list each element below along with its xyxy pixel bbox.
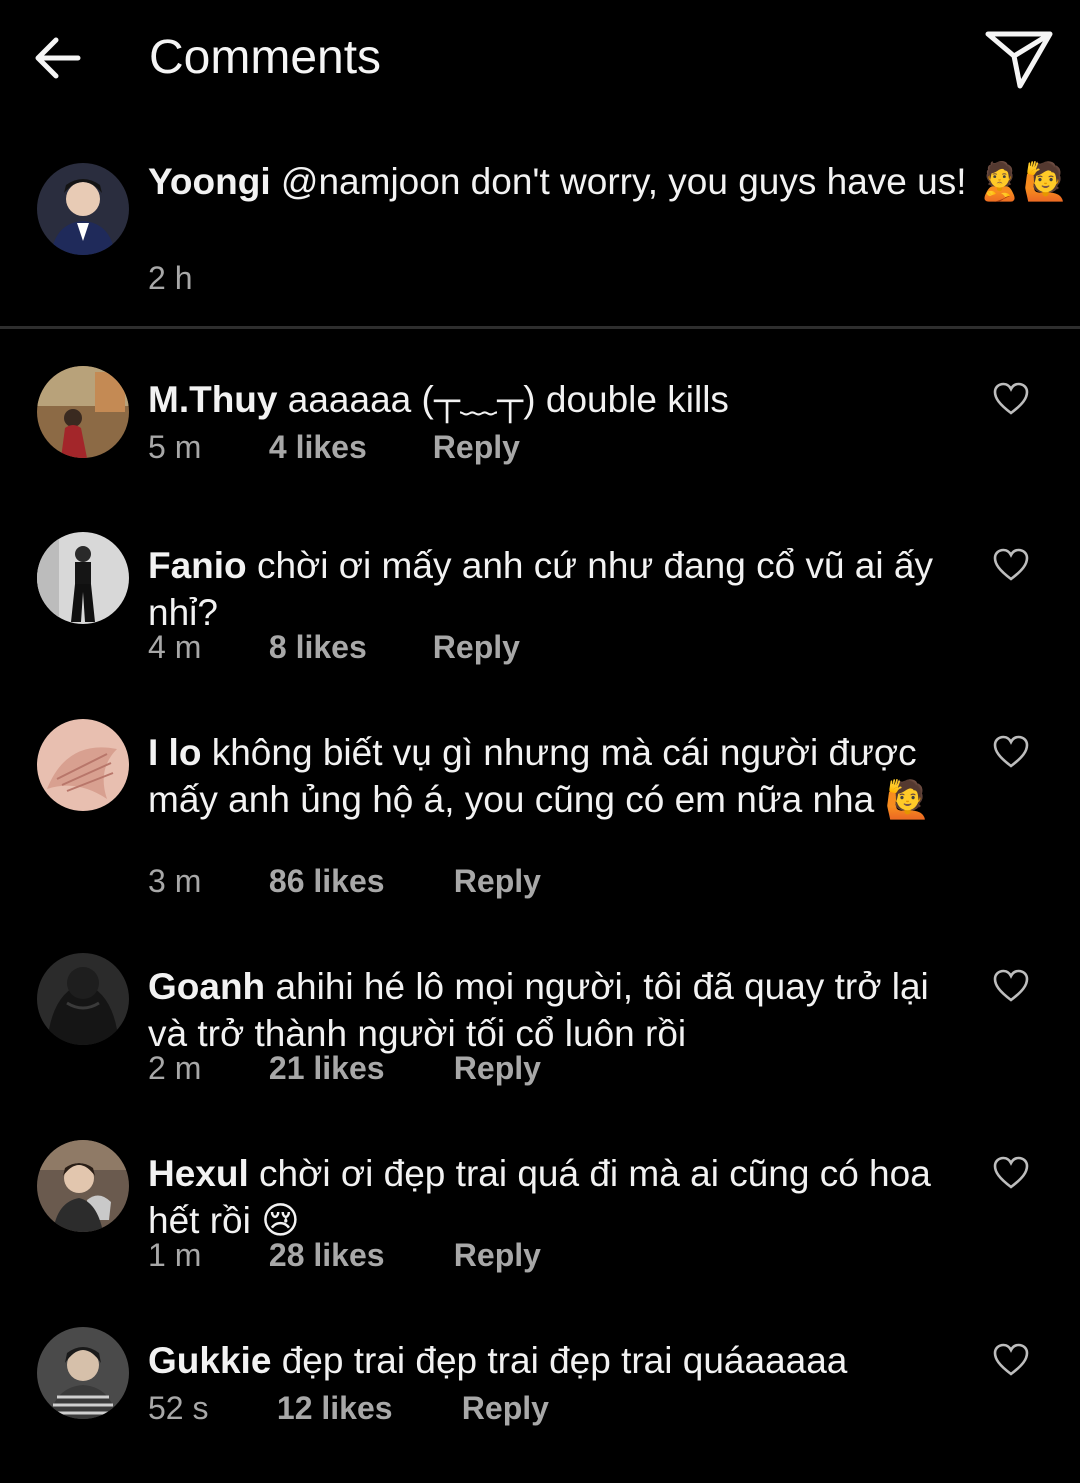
likes-count[interactable]: 21 likes — [269, 1048, 445, 1088]
comment-text: M.Thuy aaaaaa (┬﹏┬) double kills — [148, 376, 938, 423]
comment-body: aaaaaa (┬﹏┬) double kills — [287, 379, 729, 420]
comment-meta: 1 m 28 likes Reply — [148, 1235, 541, 1275]
timestamp: 52 s — [148, 1390, 209, 1426]
heart-icon[interactable] — [993, 548, 1029, 582]
comment-body: chời ơi đẹp trai quá đi mà ai cũng có ho… — [148, 1153, 931, 1241]
caption-text: @namjoon don't worry, you guys have us! … — [280, 161, 1069, 202]
comment-body: ahihi hé lô mọi người, tôi đã quay trở l… — [148, 966, 929, 1054]
username[interactable]: M.Thuy — [148, 379, 277, 420]
comment-meta: 4 m 8 likes Reply — [148, 627, 520, 667]
post-caption: Yoongi @namjoon don't worry, you guys ha… — [148, 158, 1073, 205]
comment-meta: 52 s 12 likes Reply — [148, 1388, 549, 1428]
comment-text: Gukkie đẹp trai đẹp trai đẹp trai quáaaa… — [148, 1337, 938, 1384]
heart-icon[interactable] — [993, 1343, 1029, 1377]
heart-icon[interactable] — [993, 735, 1029, 769]
back-arrow-icon[interactable] — [30, 30, 86, 86]
likes-count[interactable]: 28 likes — [269, 1235, 445, 1275]
divider — [0, 326, 1080, 329]
username[interactable]: I lo — [148, 732, 201, 773]
timestamp: 2 h — [148, 260, 193, 296]
heart-icon[interactable] — [993, 382, 1029, 416]
reply-button[interactable]: Reply — [454, 1048, 541, 1088]
reply-button[interactable]: Reply — [462, 1388, 549, 1428]
username[interactable]: Fanio — [148, 545, 247, 586]
avatar[interactable] — [37, 719, 129, 811]
top-bar: Comments — [0, 0, 1080, 120]
username[interactable]: Yoongi — [148, 161, 271, 202]
comment-body: đẹp trai đẹp trai đẹp trai quáaaaaa — [281, 1340, 848, 1381]
likes-count[interactable]: 4 likes — [269, 427, 424, 467]
timestamp: 3 m — [148, 863, 202, 899]
timestamp: 4 m — [148, 629, 202, 665]
username[interactable]: Gukkie — [148, 1340, 271, 1381]
comment-body: chời ơi mấy anh cứ như đang cổ vũ ai ấy … — [148, 545, 933, 633]
likes-count[interactable]: 86 likes — [269, 861, 445, 901]
avatar[interactable] — [37, 532, 129, 624]
avatar[interactable] — [37, 1140, 129, 1232]
heart-icon[interactable] — [993, 969, 1029, 1003]
avatar[interactable] — [37, 163, 129, 255]
reply-button[interactable]: Reply — [433, 427, 520, 467]
comment-body: không biết vụ gì nhưng mà cái người được… — [148, 732, 931, 820]
reply-button[interactable]: Reply — [454, 861, 541, 901]
comment-text: Goanh ahihi hé lô mọi người, tôi đã quay… — [148, 963, 938, 1057]
reply-button[interactable]: Reply — [454, 1235, 541, 1275]
avatar[interactable] — [37, 366, 129, 458]
comment-text: Hexul chời ơi đẹp trai quá đi mà ai cũng… — [148, 1150, 938, 1244]
username[interactable]: Hexul — [148, 1153, 249, 1194]
page-title: Comments — [149, 31, 382, 84]
comment-text: I lo không biết vụ gì nhưng mà cái người… — [148, 729, 938, 823]
timestamp: 5 m — [148, 429, 202, 465]
paper-plane-icon[interactable] — [982, 26, 1056, 92]
comment-meta: 3 m 86 likes Reply — [148, 861, 541, 901]
avatar[interactable] — [37, 953, 129, 1045]
username[interactable]: Goanh — [148, 966, 265, 1007]
avatar[interactable] — [37, 1327, 129, 1419]
timestamp: 2 m — [148, 1050, 202, 1086]
comment-meta: 2 m 21 likes Reply — [148, 1048, 541, 1088]
timestamp: 1 m — [148, 1237, 202, 1273]
likes-count[interactable]: 12 likes — [277, 1388, 453, 1428]
comment-text: Fanio chời ơi mấy anh cứ như đang cổ vũ … — [148, 542, 938, 636]
comment-meta: 5 m 4 likes Reply — [148, 427, 520, 467]
reply-button[interactable]: Reply — [433, 627, 520, 667]
likes-count[interactable]: 8 likes — [269, 627, 424, 667]
heart-icon[interactable] — [993, 1156, 1029, 1190]
